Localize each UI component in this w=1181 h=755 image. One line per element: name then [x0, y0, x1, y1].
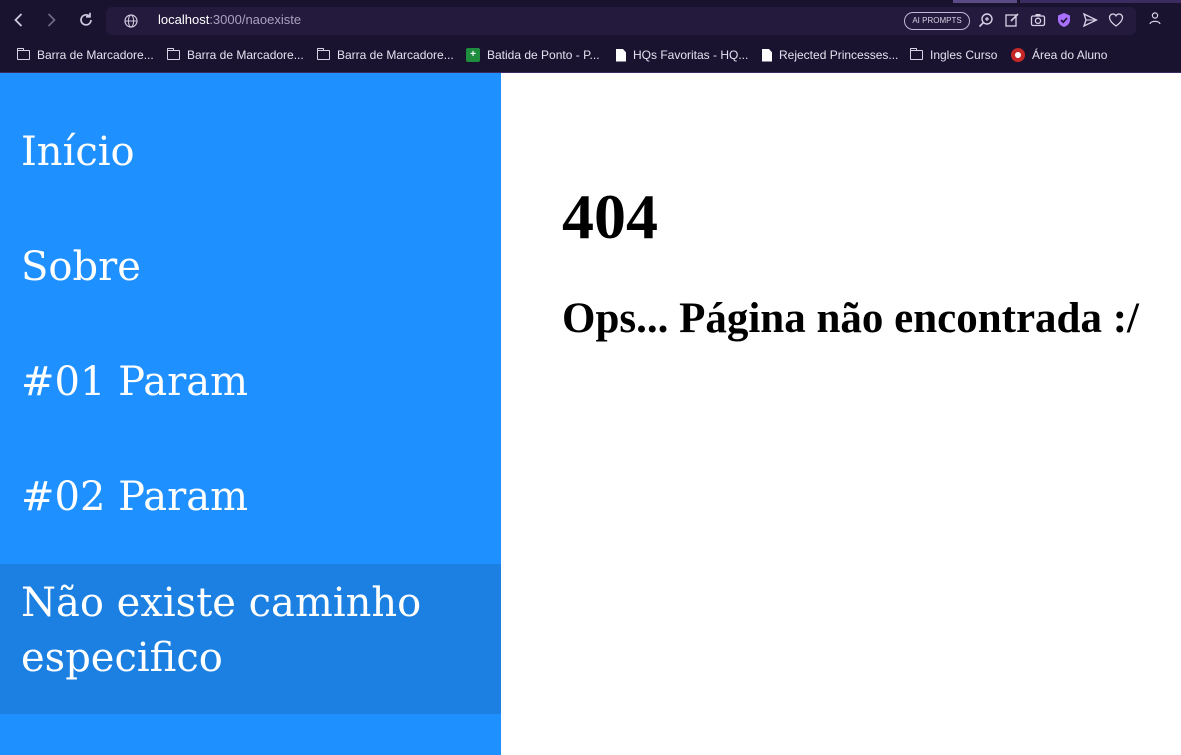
- bookmark-item[interactable]: Barra de Marcadore...: [166, 46, 304, 64]
- edit-icon[interactable]: [1003, 12, 1021, 30]
- forward-icon[interactable]: [41, 10, 61, 30]
- url-path: :3000/naoexiste: [209, 12, 302, 27]
- url-text[interactable]: localhost:3000/naoexiste: [158, 12, 301, 27]
- sheets-icon: +: [466, 48, 480, 62]
- sidebar-item-inicio[interactable]: Início: [0, 125, 501, 180]
- bookmark-item[interactable]: + Batida de Ponto - P...: [466, 46, 600, 64]
- profile-icon[interactable]: [1146, 11, 1164, 29]
- bookmark-label: Rejected Princesses...: [779, 48, 899, 62]
- document-icon: [762, 48, 772, 62]
- site-favicon: [1011, 48, 1025, 62]
- folder-icon: [316, 48, 330, 60]
- url-host: localhost: [158, 12, 210, 27]
- bookmarks-bar: Barra de Marcadore... Barra de Marcadore…: [0, 42, 1181, 66]
- send-icon[interactable]: [1081, 12, 1099, 30]
- error-message: Ops... Página não encontrada :/: [562, 295, 1139, 342]
- zoom-icon[interactable]: [977, 12, 995, 30]
- back-icon[interactable]: [9, 10, 29, 30]
- sidebar-item-param-02[interactable]: #02 Param: [0, 470, 501, 525]
- bookmark-item[interactable]: Barra de Marcadore...: [316, 46, 454, 64]
- reload-icon[interactable]: [76, 10, 96, 30]
- bookmark-item[interactable]: Rejected Princesses...: [762, 46, 898, 64]
- bookmark-label: Batida de Ponto - P...: [487, 48, 600, 62]
- sidebar-nav: Início Sobre #01 Param #02 Param Não exi…: [0, 73, 501, 755]
- bookmark-item[interactable]: HQs Favoritas - HQ...: [616, 46, 748, 64]
- sidebar-item-param-01[interactable]: #01 Param: [0, 355, 501, 410]
- bookmark-label: Barra de Marcadore...: [337, 48, 454, 62]
- bookmark-label: Área do Aluno: [1032, 48, 1108, 62]
- folder-icon: [909, 48, 923, 60]
- heart-icon[interactable]: [1107, 12, 1125, 30]
- bookmark-label: HQs Favoritas - HQ...: [633, 48, 749, 62]
- bookmark-label: Barra de Marcadore...: [37, 48, 154, 62]
- folder-icon: [16, 48, 30, 60]
- sidebar-item-not-found[interactable]: Não existe caminho especifico: [0, 564, 501, 714]
- browser-toolbar: localhost:3000/naoexiste AI PROMPTS: [0, 0, 1181, 40]
- address-bar[interactable]: localhost:3000/naoexiste AI PROMPTS: [106, 7, 1136, 35]
- document-icon: [616, 48, 626, 62]
- camera-icon[interactable]: [1029, 12, 1047, 30]
- folder-icon: [166, 48, 180, 60]
- bookmark-label: Ingles Curso: [930, 48, 998, 62]
- main-content: 404 Ops... Página não encontrada :/: [501, 73, 1181, 755]
- bookmark-item[interactable]: Barra de Marcadore...: [16, 46, 154, 64]
- shield-icon[interactable]: [1055, 12, 1073, 30]
- ai-prompts-button[interactable]: AI PROMPTS: [904, 12, 970, 30]
- sidebar-item-sobre[interactable]: Sobre: [0, 240, 501, 295]
- bookmark-item[interactable]: Ingles Curso: [909, 46, 998, 64]
- bookmark-label: Barra de Marcadore...: [187, 48, 304, 62]
- error-code: 404: [562, 181, 658, 252]
- browser-chrome: localhost:3000/naoexiste AI PROMPTS Barr…: [0, 0, 1181, 73]
- bookmark-item[interactable]: Área do Aluno: [1011, 46, 1107, 64]
- globe-icon: [124, 13, 138, 28]
